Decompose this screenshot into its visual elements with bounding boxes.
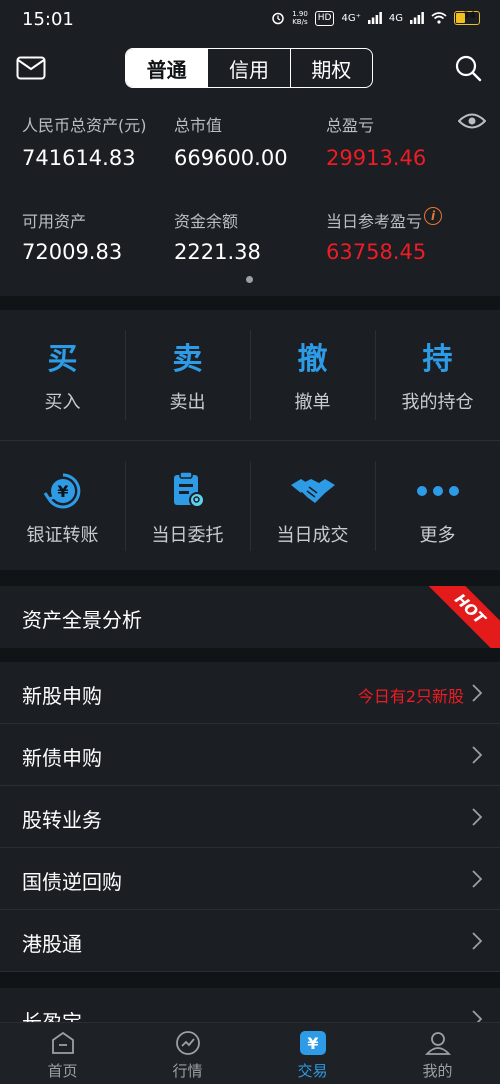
list-item-label: 新债申购 [22,746,102,770]
total-assets-label: 人民币总资产(元) [22,116,147,135]
trade-actions: 买 买入 卖 卖出 撤 撤单 持 我的持仓 ¥ 银证转账 当日委托 当日成交 更… [0,310,500,570]
net-speed: 1.90 KB/s [292,10,308,26]
available-value: 72009.83 [22,240,123,264]
cancel-order-button[interactable]: 撤 撤单 [250,310,375,440]
yen-transfer-icon: ¥ [43,473,80,509]
sell-button[interactable]: 卖 卖出 [125,310,250,440]
today-deals-label: 当日成交 [276,525,349,546]
chevron-right-icon [472,870,482,888]
tab-home[interactable]: 首页 [0,1023,125,1084]
tab-options[interactable]: 期权 [289,49,372,87]
total-pl-value: 29913.46 [326,146,427,170]
action-row-secondary: ¥ 银证转账 当日委托 当日成交 更多 [0,441,500,571]
signal-bars-icon [367,12,382,24]
mail-icon[interactable] [16,56,46,80]
list-item-neeq[interactable]: 股转业务 [0,786,500,848]
header: 普通 信用 期权 [0,38,500,100]
handshake-icon [290,479,335,503]
available-label: 可用资产 [22,212,87,231]
more-dots-icon [416,486,459,496]
page-indicator-dot [246,276,253,283]
chevron-right-icon [472,808,482,826]
chevron-right-icon [472,746,482,764]
daily-pl-label: 当日参考盈亏 [326,212,423,231]
svg-text:¥: ¥ [57,482,68,501]
list-item-ipo[interactable]: 新股申购 今日有2只新股 [0,662,500,724]
daily-pl-value: 63758.45 [326,240,427,264]
tab-trade[interactable]: ¥ 交易 [250,1023,375,1084]
ipo-note: 今日有2只新股 [357,687,464,706]
list-item-label: 股转业务 [22,808,102,832]
home-icon [51,1031,74,1054]
status-bar: 15:01 1.90 KB/s HD 4G⁺ 4G 34 [0,0,500,38]
panorama-title: 资产全景分析 [22,608,142,632]
info-icon[interactable]: i [424,207,442,225]
tab-market-label: 行情 [172,1062,203,1080]
list-item-label: 新股申购 [22,684,102,708]
buy-label: 买入 [44,392,81,413]
market-value-value: 669600.00 [174,146,288,170]
trade-icon: ¥ [299,1031,326,1055]
tab-profile-label: 我的 [422,1062,453,1080]
market-icon [175,1031,200,1055]
status-time: 15:01 [22,9,74,30]
hd-badge: HD [314,10,335,26]
my-positions-label: 我的持仓 [401,392,474,413]
chevron-right-icon [472,684,482,702]
positions-icon: 持 [422,342,453,377]
eye-icon[interactable] [458,112,486,130]
chevron-right-icon [472,932,482,950]
signal-4g-plus: 4G⁺ [341,12,361,24]
list-item-bond-subscription[interactable]: 新债申购 [0,724,500,786]
tab-home-label: 首页 [47,1062,78,1080]
battery-icon: 34 [454,11,480,25]
my-positions-button[interactable]: 持 我的持仓 [375,310,500,440]
asset-panorama-banner[interactable]: 资产全景分析 HOT [0,586,500,648]
bottom-tab-bar: 首页 行情 ¥ 交易 我的 [0,1022,500,1084]
action-row-primary: 买 买入 卖 卖出 撤 撤单 持 我的持仓 [0,310,500,440]
list-item-label: 国债逆回购 [22,870,122,894]
bank-transfer-button[interactable]: ¥ 银证转账 [0,441,125,571]
buy-button[interactable]: 买 买入 [0,310,125,440]
list-item-label: 港股通 [22,932,82,956]
cancel-order-label: 撤单 [294,392,331,413]
wifi-icon [431,12,447,24]
tab-market[interactable]: 行情 [125,1023,250,1084]
buy-icon: 买 [47,342,78,377]
profile-icon [424,1032,451,1055]
more-button[interactable]: 更多 [375,441,500,571]
total-pl-label: 总盈亏 [326,116,375,135]
tab-credit[interactable]: 信用 [207,49,289,87]
signal-bars-icon-2 [410,12,424,24]
today-orders-button[interactable]: 当日委托 [125,441,250,571]
hot-badge: HOT [418,586,500,648]
sell-icon: 卖 [172,342,203,377]
order-list-icon [173,471,205,508]
today-deals-button[interactable]: 当日成交 [250,441,375,571]
asset-summary: 人民币总资产(元) 741614.83 总市值 669600.00 总盈亏 29… [0,100,500,296]
alarm-icon [272,12,284,25]
cancel-order-icon: 撤 [297,342,328,377]
status-icons: 1.90 KB/s HD 4G⁺ 4G 34 [271,10,480,26]
cash-label: 资金余额 [174,212,239,231]
signal-4g: 4G [388,12,403,24]
tab-normal[interactable]: 普通 [126,49,208,87]
bank-transfer-label: 银证转账 [26,525,99,546]
today-orders-label: 当日委托 [151,525,224,546]
tab-trade-label: 交易 [297,1062,328,1080]
tab-profile[interactable]: 我的 [375,1023,500,1084]
sell-label: 卖出 [169,392,206,413]
market-value-label: 总市值 [174,116,223,135]
list-item-hk-connect[interactable]: 港股通 [0,910,500,972]
cash-value: 2221.38 [174,240,261,264]
account-type-tabs: 普通 信用 期权 [125,48,373,88]
total-assets-value: 741614.83 [22,146,136,170]
list-item-reverse-repo[interactable]: 国债逆回购 [0,848,500,910]
service-list: 新股申购 今日有2只新股 新债申购 股转业务 国债逆回购 港股通 [0,662,500,972]
battery-level: 34 [463,11,476,21]
more-label: 更多 [419,525,456,546]
search-icon[interactable] [454,54,482,82]
trade-glyph: ¥ [307,1034,318,1053]
